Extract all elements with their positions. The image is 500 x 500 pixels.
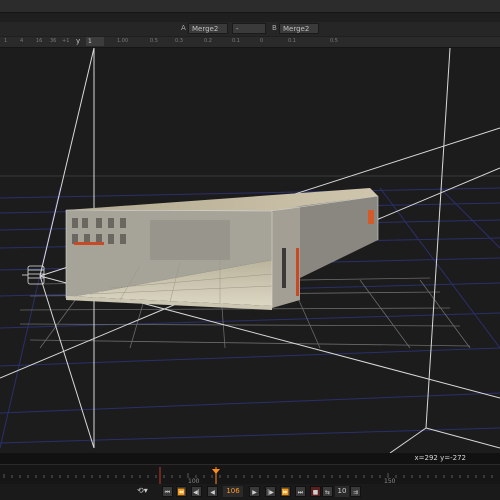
next-keyframe-button[interactable]: ⏩ [280, 486, 291, 497]
step-forward-button[interactable]: |▶ [265, 486, 276, 497]
ruler-tick: 36 [50, 38, 57, 44]
go-to-start-button[interactable]: ⏮ [162, 486, 173, 497]
ruler-tick: 0.2 [204, 38, 212, 44]
ruler-tick: 0.3 [175, 38, 183, 44]
current-frame-field[interactable]: 106 [223, 486, 243, 497]
top-menu-bar [0, 0, 500, 13]
input-selector-bar: A Merge2 - B Merge2 [0, 22, 500, 36]
play-backward-button[interactable]: ◀ [207, 486, 218, 497]
timeline-ticks [3, 473, 493, 478]
ruler-tick: 0 [260, 38, 264, 44]
input-b-label: B [272, 24, 277, 32]
3d-viewport[interactable] [0, 48, 500, 453]
ruler-tick: 4 [20, 38, 24, 44]
ruler-tick: 0.5 [330, 38, 338, 44]
input-a-label: A [181, 24, 186, 32]
timeline-ruler[interactable] [0, 465, 500, 485]
stop-button[interactable]: ■ [310, 486, 321, 497]
input-a-dropdown[interactable]: Merge2 [188, 23, 228, 34]
loop-mode-icon[interactable]: ⟲▾ [137, 486, 148, 495]
compare-mode-dropdown[interactable]: - [232, 23, 266, 34]
viewer-settings-ruler: 1 4 16 36 +1 y 1 1.00 0.5 0.3 0.2 0.1 0 … [0, 37, 500, 48]
ruler-tick: 0.1 [232, 38, 240, 44]
input-b-value: Merge2 [283, 25, 310, 33]
cursor-coordinates: x=292 y=-272 [414, 454, 467, 462]
ruler-tick: +1 [62, 38, 70, 44]
ruler-tick: 0.1 [288, 38, 296, 44]
y-value-field[interactable]: 1 [86, 37, 104, 46]
step-increment-icon[interactable]: ⇆ [322, 486, 333, 497]
y-label: y [76, 37, 81, 45]
playhead-handle[interactable] [212, 469, 220, 474]
input-b-dropdown[interactable]: Merge2 [279, 23, 319, 34]
playback-controls: ⟲▾ ⏮ ⏪ ◀| ◀ 106 ▶ |▶ ⏩ ⏭ ■ ⇆ 10 ⇉ [0, 484, 500, 500]
ruler-tick: 16 [36, 38, 43, 44]
compare-mode-value: - [236, 25, 239, 33]
viewer-status-bar: x=292 y=-272 [0, 453, 500, 464]
timeline[interactable]: 100 150 [0, 464, 500, 485]
go-to-end-button[interactable]: ⏭ [295, 486, 306, 497]
input-a-value: Merge2 [192, 25, 219, 33]
ruler-tick: 0.5 [150, 38, 158, 44]
textured-corridor-geometry[interactable] [65, 188, 379, 310]
step-increment-next-icon[interactable]: ⇉ [350, 486, 361, 497]
ruler-tick: 1 [4, 38, 8, 44]
step-back-button[interactable]: ◀| [191, 486, 202, 497]
frame-increment-field[interactable]: 10 [335, 486, 349, 497]
play-forward-button[interactable]: ▶ [249, 486, 260, 497]
previous-keyframe-button[interactable]: ⏪ [176, 486, 187, 497]
ruler-tick: 1.00 [117, 38, 129, 44]
3d-scene[interactable] [0, 48, 500, 453]
